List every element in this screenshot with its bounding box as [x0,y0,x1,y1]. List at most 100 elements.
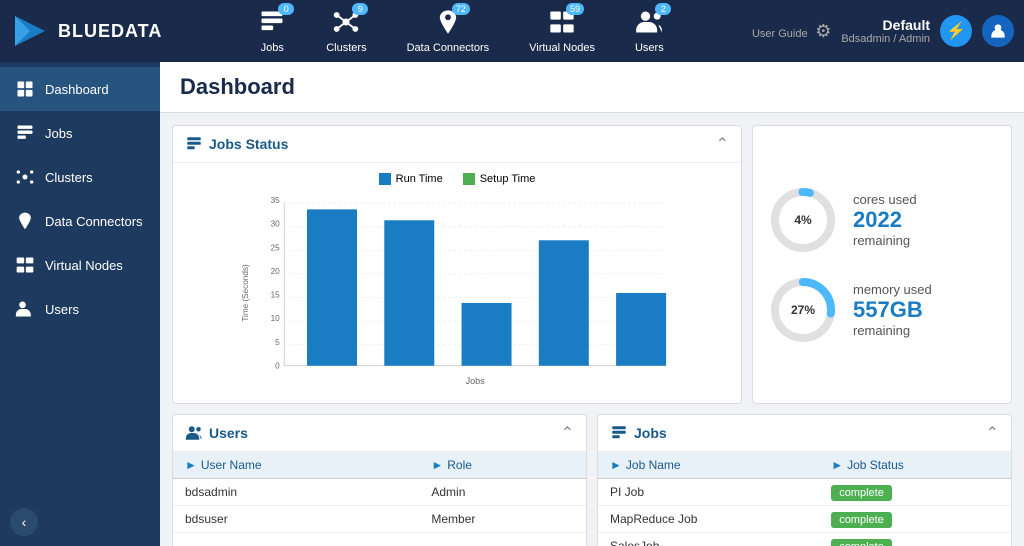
table-row: SalesJob complete [598,533,1011,546]
logo-icon [10,11,50,51]
legend-setuptime-box [463,173,475,185]
page-title: Dashboard [180,74,1004,100]
nav-right: User Guide ⚙ Default Bdsadmin / Admin ⚡ [752,15,1014,47]
dashboard-grid: Jobs Status ⌃ Run Time Setup [160,113,1024,546]
col-job-status[interactable]: ►Job Status [819,452,1011,479]
legend-setuptime-label: Setup Time [480,173,536,185]
users-panel: Users ⌃ ►User Name ►Role [172,414,587,546]
dashboard-icon [15,79,35,99]
stats-panel: 4% cores used 2022 remaining [752,125,1012,404]
users-nav-label: Users [635,42,664,54]
jobs-panel-collapse[interactable]: ⌃ [986,423,999,443]
svg-text:0: 0 [275,361,280,370]
cores-value: 2022 [853,207,996,233]
table-row: bdsadmin Admin [173,479,586,506]
top-nav: BLUEDATA 0 Jobs 9 Clusters 72 Data Co [0,0,1024,62]
sidebar-virtual-nodes-label: Virtual Nodes [45,258,123,273]
cores-stat: 4% cores used 2022 remaining [768,185,996,255]
sidebar-item-virtual-nodes[interactable]: Virtual Nodes [0,243,160,287]
nav-item-data-connectors[interactable]: 72 Data Connectors [397,4,500,58]
content-area: Dashboard Jobs Status ⌃ [160,62,1024,546]
logo-text: BLUEDATA [58,21,162,42]
svg-text:35: 35 [271,196,281,205]
cores-donut: 4% [768,185,838,255]
svg-text:Jobs: Jobs [466,376,486,386]
status-badge: complete [831,485,892,501]
table-row: bdsuser Member [173,506,586,533]
sidebar-collapse-area: ‹ [0,498,160,546]
svg-text:15: 15 [271,291,281,300]
jobs-panel: Jobs ⌃ ►Job Name ►Job Status [597,414,1012,546]
cores-percent-label: 4% [794,213,811,227]
sidebar-item-data-connectors[interactable]: Data Connectors [0,199,160,243]
main-layout: Dashboard Jobs Clusters Data Connectors … [0,62,1024,546]
user-avatar-button[interactable] [982,15,1014,47]
jobs-panel-label: Jobs [634,425,667,441]
job-name-cell: PI Job [598,479,819,506]
svg-text:Time (Seconds): Time (Seconds) [241,264,250,322]
memory-remaining-label: remaining [853,323,996,338]
jobs-status-title: Jobs Status [185,135,288,153]
svg-text:30: 30 [271,220,281,229]
job-name-cell: SalesJob [598,533,819,546]
users-panel-label: Users [209,425,248,441]
users-panel-title: Users [185,424,248,442]
jobs-table-header: ►Job Name ►Job Status [598,452,1011,479]
users-panel-collapse[interactable]: ⌃ [561,423,574,443]
nav-icon-data-connectors-wrap: 72 [434,8,462,39]
col-user-name[interactable]: ►User Name [173,452,419,479]
clusters-badge: 9 [352,3,368,15]
sidebar-item-users[interactable]: Users [0,287,160,331]
users-table: ►User Name ►Role bdsadmin Admin bdsuser [173,452,586,533]
cores-remaining-label: remaining [853,233,996,248]
nav-item-jobs[interactable]: 0 Jobs [248,4,296,58]
user-name-cell: bdsuser [173,506,419,533]
nav-item-users[interactable]: 2 Users [625,4,674,58]
nav-icon-users-wrap: 2 [635,8,663,39]
user-guide-link[interactable]: User Guide ⚙ [752,21,831,42]
bar-chart: 0 5 10 15 20 25 30 35 Time (Seconds) [183,193,731,393]
virtual-nodes-nav-label: Virtual Nodes [529,42,595,54]
sidebar-virtual-nodes-icon [15,255,35,275]
jobs-badge: 0 [278,3,294,15]
col-role[interactable]: ►Role [419,452,586,479]
col-job-name[interactable]: ►Job Name [598,452,819,479]
sidebar-dashboard-label: Dashboard [45,82,109,97]
cores-used-label: cores used [853,192,996,207]
sidebar-data-connectors-label: Data Connectors [45,214,143,229]
jobs-nav-label: Jobs [261,42,284,54]
svg-text:20: 20 [271,267,281,276]
memory-stat: 27% memory used 557GB remaining [768,275,996,345]
clusters-nav-label: Clusters [326,42,366,54]
memory-used-label: memory used [853,282,996,297]
legend-runtime-box [379,173,391,185]
sidebar-collapse-button[interactable]: ‹ [10,508,38,536]
nav-icon-jobs-wrap: 0 [258,8,286,39]
svg-text:25: 25 [271,243,281,252]
sidebar-clusters-label: Clusters [45,170,93,185]
data-connectors-badge: 72 [452,3,470,15]
user-name: Default [841,17,930,33]
jobs-status-collapse[interactable]: ⌃ [716,134,729,154]
sidebar-item-clusters[interactable]: Clusters [0,155,160,199]
memory-percent-label: 27% [791,303,815,317]
nav-item-clusters[interactable]: 9 Clusters [316,4,376,58]
sidebar-jobs-label: Jobs [45,126,72,141]
users-table-header: ►User Name ►Role [173,452,586,479]
sidebar-users-label: Users [45,302,79,317]
jobs-table: ►Job Name ►Job Status PI Job complete Ma… [598,452,1011,546]
user-sub: Bdsadmin / Admin [841,33,930,45]
users-panel-icon [185,424,203,442]
virtual-nodes-badge: 59 [566,3,584,15]
job-status-cell: complete [819,506,1011,533]
nav-item-virtual-nodes[interactable]: 59 Virtual Nodes [519,4,605,58]
sidebar-item-jobs[interactable]: Jobs [0,111,160,155]
jobs-status-header: Jobs Status ⌃ [173,126,741,163]
role-cell: Admin [419,479,586,506]
sidebar-jobs-icon [15,123,35,143]
notification-button[interactable]: ⚡ [940,15,972,47]
nav-icon-clusters-wrap: 9 [332,8,360,39]
sidebar-item-dashboard[interactable]: Dashboard [0,67,160,111]
chart-area: Run Time Setup Time [173,163,741,403]
role-cell: Member [419,506,586,533]
